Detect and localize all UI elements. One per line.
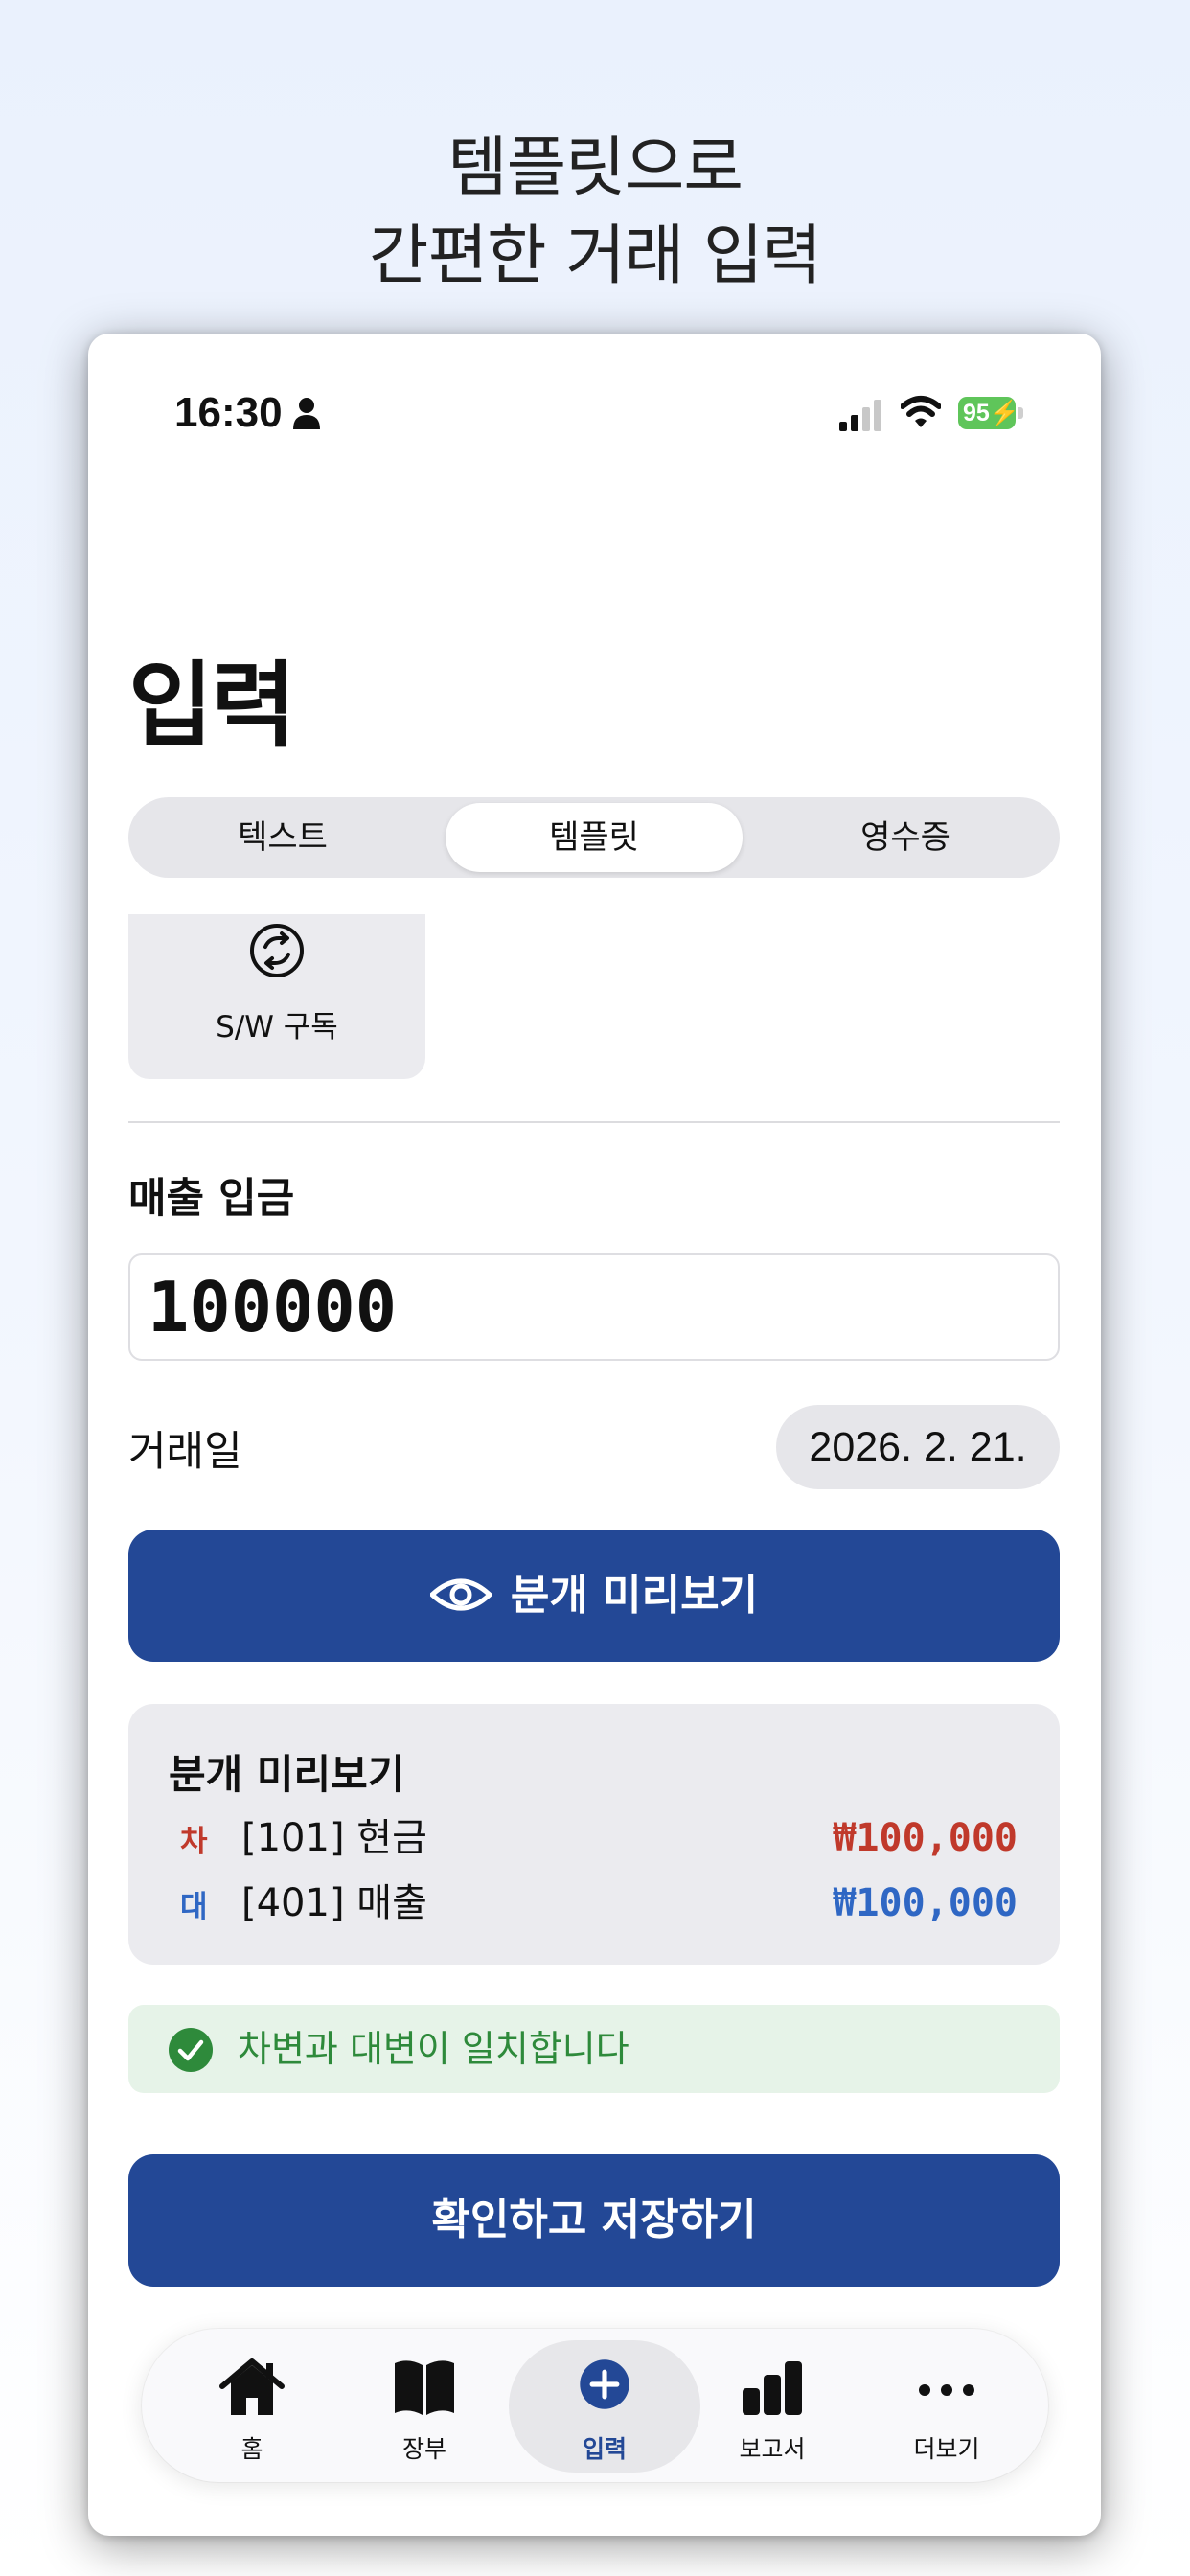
bar-chart-icon xyxy=(743,2361,802,2415)
journal-preview-button-label: 분개 미리보기 xyxy=(510,1571,759,1620)
wifi-icon xyxy=(901,396,941,427)
journal-amount: ₩100,000 xyxy=(833,1816,1018,1860)
tab-label: 보고서 xyxy=(739,2435,806,2463)
house-icon xyxy=(219,2358,285,2415)
headline-line1: 템플릿으로 xyxy=(447,130,744,206)
headline: 템플릿으로 간편한 거래 입력 xyxy=(0,125,1190,301)
debit-badge: 차 xyxy=(180,1825,208,1859)
tab-ledger[interactable]: 장부 xyxy=(333,2329,506,2482)
balance-status-banner: 차변과 대변이 일치합니다 xyxy=(128,2005,1060,2093)
template-card-sw-subscription[interactable]: S/W 구독 xyxy=(128,914,425,1079)
divider xyxy=(128,1121,1060,1123)
journal-row-credit: 대 [401] 매출 ₩100,000 xyxy=(128,1874,1060,1932)
credit-badge: 대 xyxy=(180,1890,208,1924)
journal-preview-button[interactable]: 분개 미리보기 xyxy=(128,1530,1060,1662)
amount-input[interactable] xyxy=(128,1254,1060,1361)
tab-label: 장부 xyxy=(401,2435,446,2463)
tab-home[interactable]: 홈 xyxy=(161,2329,333,2482)
tab-label: 더보기 xyxy=(913,2435,980,2463)
journal-row-debit: 차 [101] 현금 ₩100,000 xyxy=(128,1809,1060,1867)
journal-preview-title: 분개 미리보기 xyxy=(169,1751,405,1798)
battery-level: 95⚡ xyxy=(958,397,1019,429)
template-label: S/W 구독 xyxy=(216,1010,338,1045)
phone-screen: 16:30 95⚡ 입력 텍스트 템플릿 영수증 S/W 구독 매출 입금 10… xyxy=(88,334,1101,2536)
cellular-signal-icon xyxy=(839,400,881,431)
journal-preview-card: 분개 미리보기 차 [101] 현금 ₩100,000 대 [401] 매출 ₩… xyxy=(128,1704,1060,1965)
page-title: 입력 xyxy=(128,652,296,759)
tab-label: 홈 xyxy=(240,2435,263,2463)
transaction-type-title: 매출 입금 xyxy=(128,1175,295,1223)
segment-text[interactable]: 텍스트 xyxy=(134,803,431,872)
headline-line2: 간편한 거래 입력 xyxy=(368,218,822,294)
journal-account: [101] 현금 xyxy=(241,1816,427,1860)
confirm-and-save-button[interactable]: 확인하고 저장하기 xyxy=(128,2154,1060,2287)
tab-more[interactable]: 더보기 xyxy=(856,2329,1028,2482)
eye-icon xyxy=(429,1578,492,1611)
segment-template[interactable]: 템플릿 xyxy=(446,803,743,872)
tab-reports[interactable]: 보고서 xyxy=(681,2329,854,2482)
balance-status-text: 차변과 대변이 일치합니다 xyxy=(238,2028,629,2070)
plus-circle-icon xyxy=(580,2359,629,2409)
input-mode-segmented-control: 텍스트 템플릿 영수증 xyxy=(128,797,1060,878)
status-time: 16:30 xyxy=(174,389,283,436)
journal-account: [401] 매출 xyxy=(241,1881,427,1925)
date-label: 거래일 xyxy=(128,1428,242,1476)
ellipsis-icon xyxy=(919,2384,974,2396)
book-icon xyxy=(395,2360,454,2415)
journal-amount: ₩100,000 xyxy=(833,1881,1018,1925)
checkmark-circle-icon xyxy=(169,2028,213,2072)
segment-receipt[interactable]: 영수증 xyxy=(757,803,1054,872)
sync-circle-icon xyxy=(250,924,304,978)
tab-bar: 홈 장부 입력 보고서 더보기 xyxy=(142,2329,1048,2482)
battery-icon: 95⚡ xyxy=(958,397,1025,431)
tab-input[interactable]: 입력 xyxy=(509,2329,700,2482)
date-picker[interactable]: 2026. 2. 21. xyxy=(776,1405,1060,1489)
person-icon xyxy=(293,398,320,429)
tab-label: 입력 xyxy=(582,2435,627,2463)
